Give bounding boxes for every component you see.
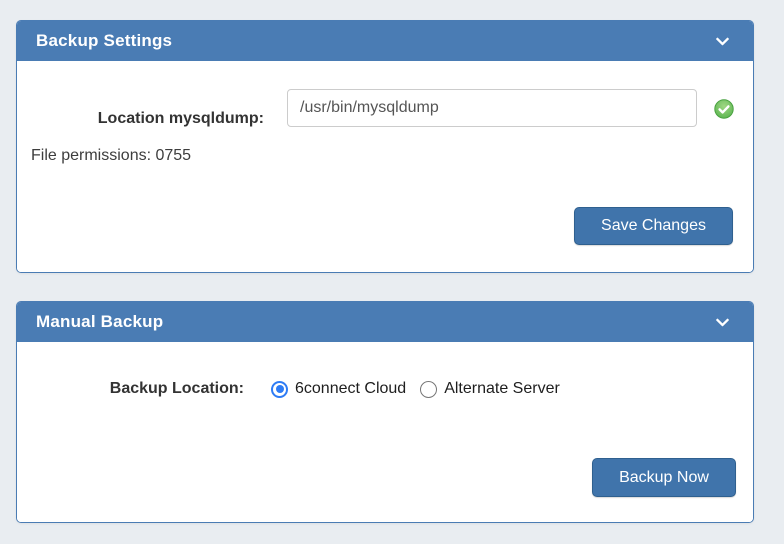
manual-backup-panel: Manual Backup Backup Location: 6connect … bbox=[16, 301, 754, 523]
backup-settings-header[interactable]: Backup Settings bbox=[17, 21, 753, 61]
backup-settings-panel: Backup Settings Location mysqldump: File bbox=[16, 20, 754, 273]
backup-settings-body: Location mysqldump: File permissions: 07… bbox=[17, 61, 753, 272]
backup-now-button[interactable]: Backup Now bbox=[592, 458, 736, 497]
panel-title: Manual Backup bbox=[36, 312, 163, 332]
radio-option-alternate-server[interactable]: Alternate Server bbox=[420, 380, 560, 398]
success-check-icon bbox=[714, 99, 734, 119]
manual-backup-header[interactable]: Manual Backup bbox=[17, 302, 753, 342]
radio-option-label: 6connect Cloud bbox=[295, 380, 406, 398]
mysqldump-location-input[interactable] bbox=[287, 89, 697, 127]
radio-unselected-icon[interactable] bbox=[420, 381, 437, 398]
backup-location-label: Backup Location: bbox=[17, 380, 244, 398]
panel-title: Backup Settings bbox=[36, 31, 172, 51]
file-permissions-text: File permissions: 0755 bbox=[31, 147, 191, 165]
save-changes-button[interactable]: Save Changes bbox=[574, 207, 733, 245]
manual-backup-body: Backup Location: 6connect Cloud Alternat… bbox=[17, 342, 753, 522]
chevron-down-icon[interactable] bbox=[714, 34, 731, 49]
chevron-down-icon[interactable] bbox=[714, 315, 731, 330]
radio-option-label: Alternate Server bbox=[444, 380, 560, 398]
radio-option-6connect-cloud[interactable]: 6connect Cloud bbox=[271, 380, 406, 398]
radio-selected-icon[interactable] bbox=[271, 381, 288, 398]
backup-location-radio-group: 6connect Cloud Alternate Server bbox=[271, 380, 560, 398]
mysqldump-location-label: Location mysqldump: bbox=[17, 110, 264, 128]
